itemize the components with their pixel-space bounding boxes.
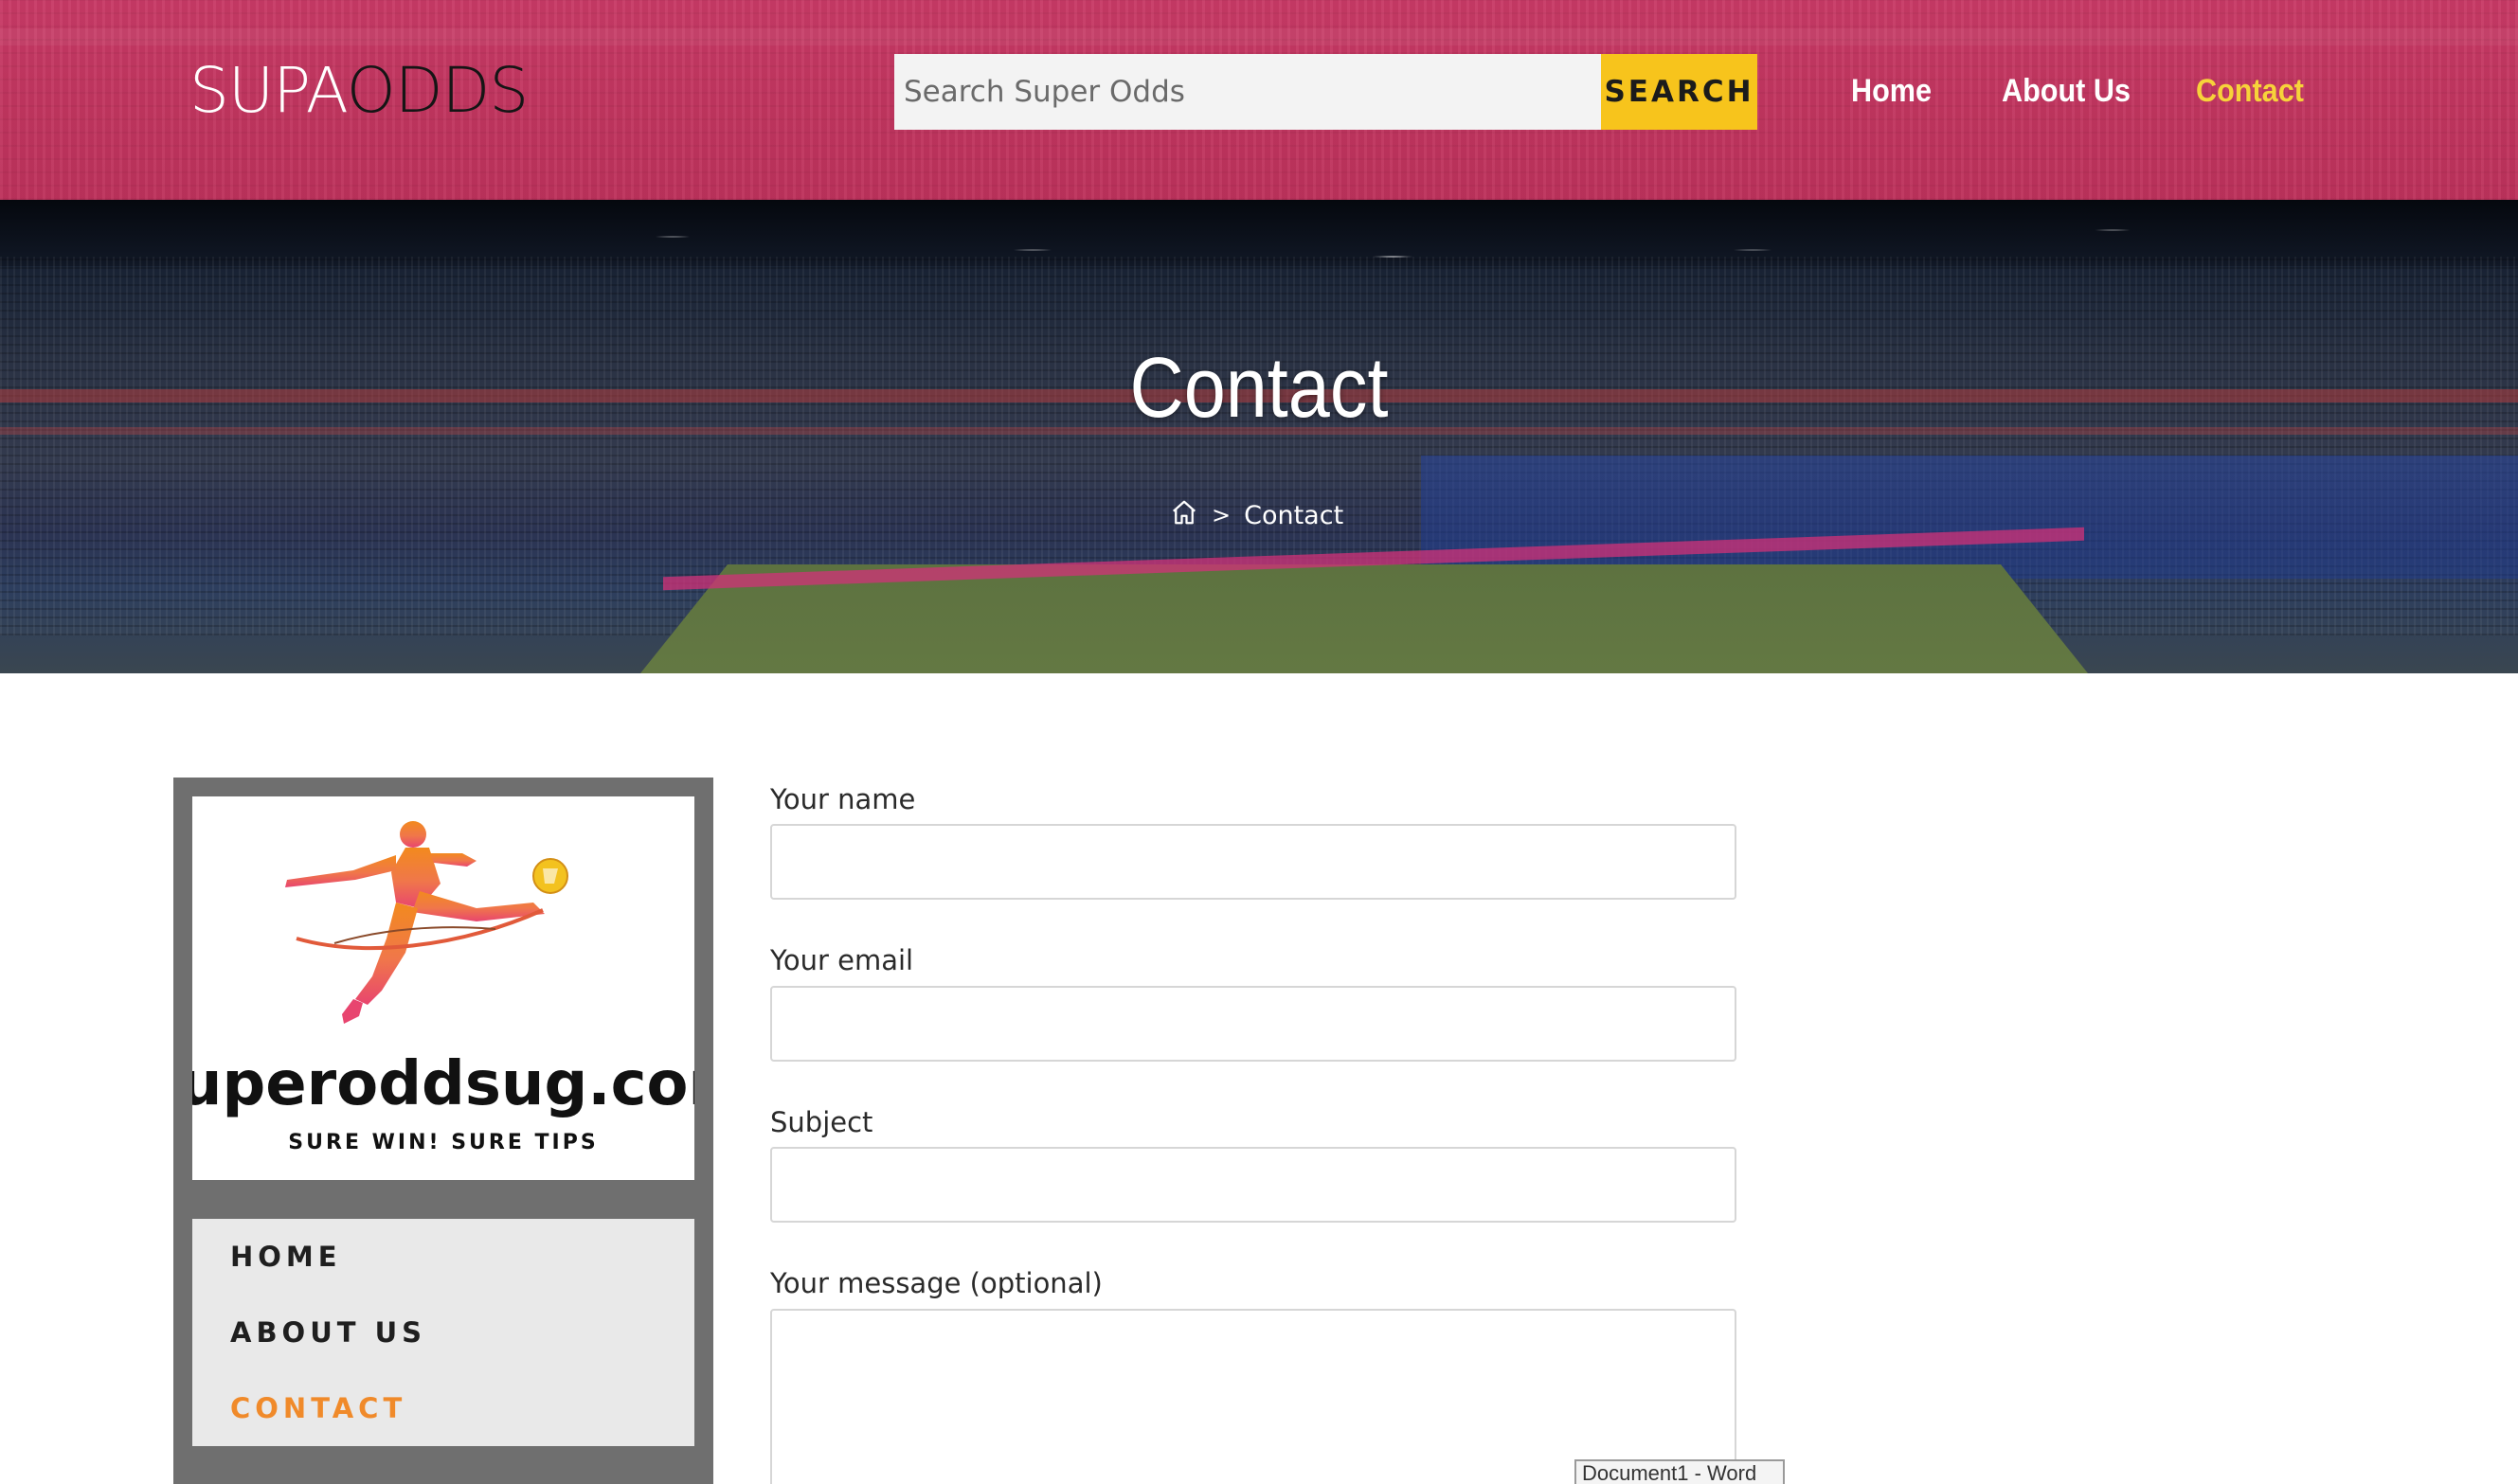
logo-tagline-text: SURE WIN! SURE TIPS: [288, 1131, 598, 1154]
stadium-blue-seats: [1421, 456, 2518, 579]
subject-label: Subject: [770, 1106, 873, 1138]
name-field[interactable]: [770, 824, 1736, 900]
search-input[interactable]: [894, 54, 1601, 130]
site-logo[interactable]: SUPAODDS: [189, 53, 529, 129]
sidebar: Superoddsug.com SURE WIN! SURE TIPS HOME…: [173, 778, 713, 1484]
page-title: Contact: [1129, 341, 1389, 436]
sidebar-menu: HOME ABOUT US CONTACT: [192, 1219, 694, 1446]
message-field[interactable]: [770, 1309, 1736, 1484]
footballer-logo-graphic: Superoddsug.com SURE WIN! SURE TIPS: [192, 821, 694, 1154]
sidebar-item-home[interactable]: HOME: [230, 1238, 342, 1276]
subject-field[interactable]: [770, 1147, 1736, 1223]
superodds-logo-image: Superoddsug.com SURE WIN! SURE TIPS: [192, 796, 694, 1180]
email-field[interactable]: [770, 986, 1736, 1062]
message-label: Your message (optional): [770, 1267, 1103, 1299]
name-label: Your name: [770, 783, 916, 815]
sidebar-item-about-us[interactable]: ABOUT US: [230, 1314, 426, 1351]
email-label: Your email: [770, 944, 914, 976]
site-header: SUPAODDS SEARCH Home About Us Contact: [0, 0, 2518, 200]
nav-home[interactable]: Home: [1851, 70, 1932, 112]
logo-brand-text: Superoddsug.com: [192, 1049, 694, 1119]
search-button[interactable]: SEARCH: [1601, 54, 1757, 130]
hero-banner: Contact > Contact: [0, 200, 2518, 673]
nav-contact[interactable]: Contact: [2196, 70, 2304, 112]
home-icon[interactable]: [1170, 498, 1212, 533]
breadcrumb-current: Contact: [1244, 500, 1344, 530]
logo-text-supa: SUPA: [189, 54, 348, 127]
breadcrumb-separator: >: [1212, 502, 1232, 528]
logo-text-odds: ODDS: [346, 54, 529, 127]
nav-about-us[interactable]: About Us: [2002, 70, 2131, 112]
sidebar-item-contact[interactable]: CONTACT: [230, 1389, 406, 1427]
taskbar-tooltip: Document1 - Word: [1574, 1459, 1785, 1484]
breadcrumb: > Contact: [1170, 498, 1343, 532]
